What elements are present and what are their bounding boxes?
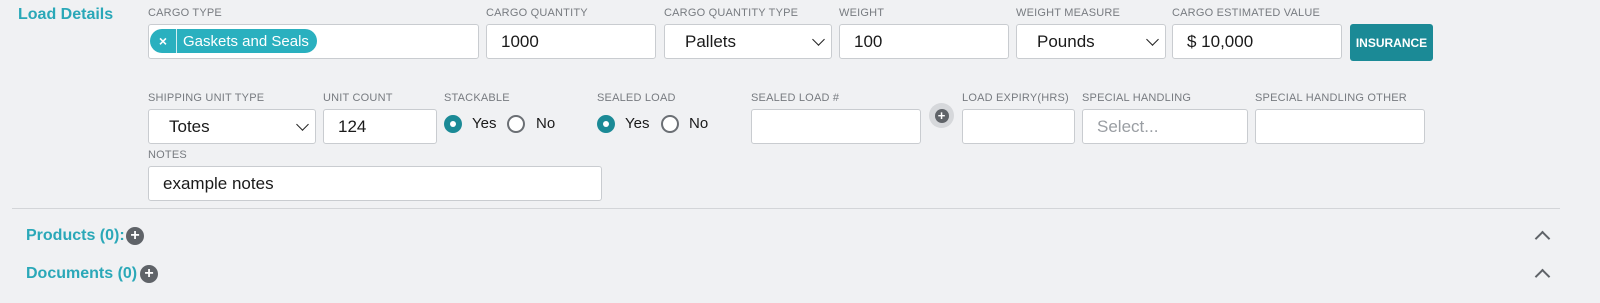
cargo-quantity-type-value: Pallets: [685, 31, 737, 51]
chevron-up-icon[interactable]: [1534, 268, 1551, 285]
cargo-quantity-label: CARGO QUANTITY: [486, 7, 588, 19]
stackable-label: STACKABLE: [444, 92, 510, 104]
load-details-page: Load Details CARGO TYPE CARGO QUANTITY C…: [0, 0, 1600, 303]
shipping-unit-type-value: Totes: [169, 116, 210, 136]
weight-input[interactable]: 100: [839, 24, 1009, 59]
weight-measure-label: WEIGHT MEASURE: [1016, 7, 1121, 19]
cargo-estimated-value-label: CARGO ESTIMATED VALUE: [1172, 7, 1321, 19]
shipping-unit-type-label: SHIPPING UNIT TYPE: [148, 92, 265, 104]
unit-count-value: 124: [338, 116, 367, 136]
stackable-no-label: No: [536, 115, 556, 132]
chevron-up-icon[interactable]: [1534, 230, 1551, 247]
special-handling-select[interactable]: Select...: [1082, 109, 1248, 144]
stackable-yes-radio[interactable]: [444, 115, 462, 133]
notes-label: NOTES: [148, 149, 187, 161]
cargo-quantity-value: 1000: [501, 31, 539, 51]
sealed-load-no-radio[interactable]: [661, 115, 679, 133]
sealed-load-yes-label: Yes: [625, 115, 650, 132]
cargo-quantity-type-select[interactable]: Pallets: [664, 24, 832, 59]
special-handling-label: SPECIAL HANDLING: [1082, 92, 1192, 104]
load-details-title: Load Details: [18, 6, 114, 23]
sealed-load-yes-radio[interactable]: [597, 115, 615, 133]
plus-circle-icon: +: [934, 108, 949, 123]
stackable-no-radio[interactable]: [507, 115, 525, 133]
plus-circle-icon[interactable]: +: [126, 227, 144, 245]
special-handling-other-label: SPECIAL HANDLING OTHER: [1255, 92, 1407, 104]
sealed-load-label: SEALED LOAD: [597, 92, 676, 104]
sealed-load-number-label: SEALED LOAD #: [751, 92, 840, 104]
load-expiry-input[interactable]: [962, 109, 1075, 144]
cargo-quantity-input[interactable]: 1000: [486, 24, 656, 59]
load-expiry-label: LOAD EXPIRY(HRS): [962, 92, 1069, 104]
weight-value: 100: [854, 31, 883, 51]
cargo-type-tag-label: Gaskets and Seals: [183, 32, 309, 50]
plus-circle-icon[interactable]: +: [140, 265, 158, 283]
cargo-type-label: CARGO TYPE: [148, 7, 222, 19]
documents-title[interactable]: Documents (0): [26, 265, 137, 283]
unit-count-label: UNIT COUNT: [323, 92, 393, 104]
chevron-down-icon: [812, 32, 825, 46]
cargo-quantity-type-label: CARGO QUANTITY TYPE: [664, 7, 799, 19]
notes-input[interactable]: example notes: [148, 166, 602, 201]
chevron-down-icon: [296, 117, 309, 131]
add-sealed-load-button[interactable]: +: [929, 103, 954, 128]
cargo-type-tag: × Gaskets and Seals: [150, 29, 317, 53]
special-handling-other-input[interactable]: [1255, 109, 1425, 144]
chevron-down-icon: [1146, 32, 1159, 46]
unit-count-input[interactable]: 124: [323, 109, 437, 144]
special-handling-placeholder: Select...: [1097, 116, 1159, 136]
cargo-estimated-value-value: $ 10,000: [1187, 31, 1254, 51]
shipping-unit-type-select[interactable]: Totes: [148, 109, 316, 144]
section-divider: [12, 208, 1560, 209]
cargo-estimated-value-input[interactable]: $ 10,000: [1172, 24, 1342, 59]
insurance-button[interactable]: INSURANCE: [1350, 24, 1433, 61]
products-title[interactable]: Products (0):: [26, 227, 125, 245]
sealed-load-number-input[interactable]: [751, 109, 921, 144]
weight-measure-value: Pounds: [1037, 31, 1095, 51]
notes-value: example notes: [163, 173, 274, 193]
close-icon[interactable]: ×: [150, 29, 177, 53]
stackable-yes-label: Yes: [472, 115, 497, 132]
weight-label: WEIGHT: [839, 7, 885, 19]
sealed-load-no-label: No: [689, 115, 709, 132]
weight-measure-select[interactable]: Pounds: [1016, 24, 1166, 59]
